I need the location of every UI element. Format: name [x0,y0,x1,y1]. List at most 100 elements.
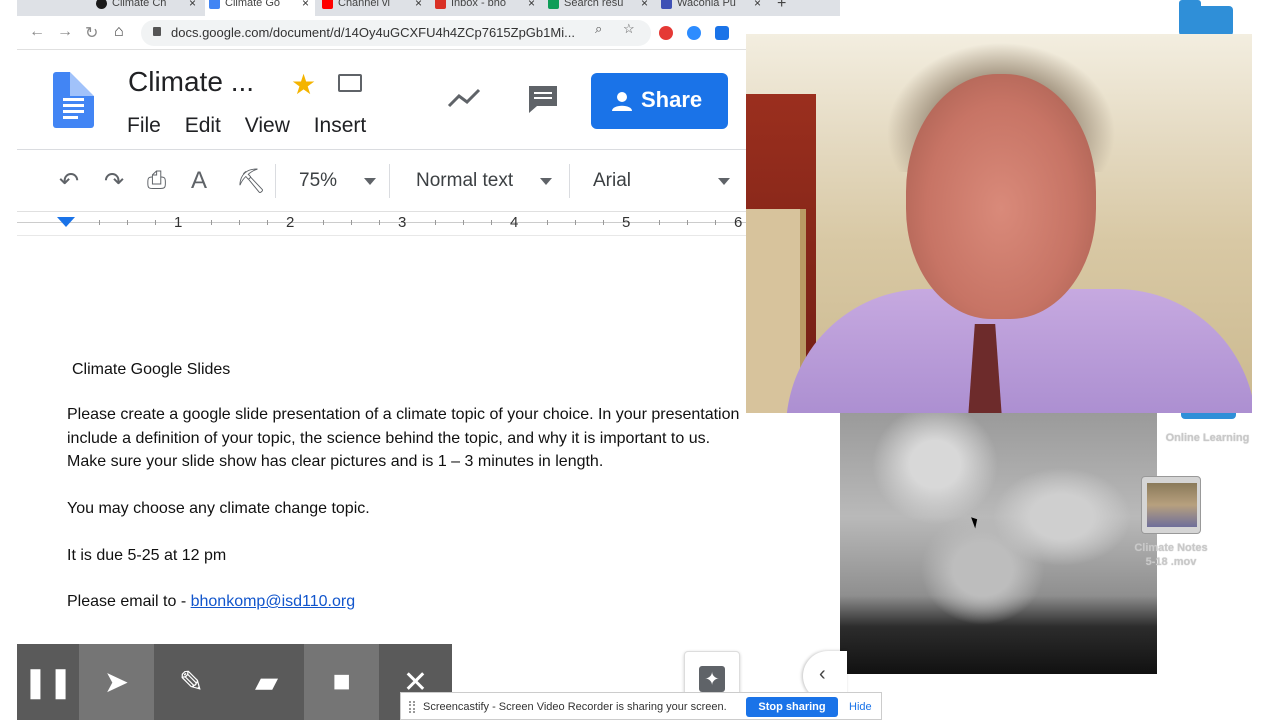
tab-close-icon[interactable]: × [302,0,309,10]
movie-file-icon[interactable] [1141,476,1201,534]
chevron-down-icon[interactable] [718,178,730,185]
ruler-number: 5 [622,214,631,231]
tab-close-icon[interactable]: × [754,0,761,10]
email-prefix: Please email to - [67,593,191,610]
paragraph-line: include a definition of your topic, the … [67,429,711,447]
ruler-number: 4 [510,214,519,231]
toolbar-divider [389,164,390,198]
movie-file-label[interactable]: Climate Notes 5-18 .mov [1126,541,1216,569]
forward-icon[interactable]: → [57,23,73,41]
menu-bar: File Edit View Insert [127,114,384,138]
url-text: docs.google.com/document/d/14Oy4uGCXFU4h… [171,25,575,40]
extension-icon[interactable] [659,26,673,40]
home-icon[interactable]: ⌂ [114,23,124,41]
folder-icon[interactable] [1179,0,1233,36]
back-icon[interactable]: ← [29,23,45,41]
email-line[interactable]: Please email to - bhonkomp@isd110.org [67,590,355,614]
browser-window: Climate Ch × Climate Go × Channel vi × I… [17,0,840,720]
tab-label: Search resu [564,0,624,9]
url-field[interactable]: docs.google.com/document/d/14Oy4uGCXFU4h… [141,20,651,46]
menu-view[interactable]: View [245,114,290,137]
movie-label-line1: Climate Notes [1134,542,1208,554]
chevron-down-icon[interactable] [540,178,552,185]
tab-close-icon[interactable]: × [641,0,648,10]
share-button[interactable]: Share [591,73,728,129]
document-title[interactable]: Climate ... [128,66,254,98]
comment-icon[interactable] [527,84,559,114]
bookmark-star-icon[interactable]: ☆ [623,21,635,37]
pen-tool-icon[interactable]: ✎ [154,644,229,720]
tab-favicon-icon [96,0,107,9]
move-to-folder-icon[interactable] [338,74,362,92]
paint-format-icon[interactable]: ⛏ [236,167,266,196]
document-paragraph[interactable]: Please create a google slide presentatio… [67,403,827,474]
cursor-tool-icon[interactable]: ➤ [79,644,154,720]
zoom-icon[interactable]: ⌕ [595,21,602,37]
explore-icon: ✦ [699,666,725,692]
spellcheck-icon[interactable]: A [191,167,207,195]
zoom-extension-icon[interactable] [687,26,701,40]
address-bar: ← → ↻ ⌂ docs.google.com/document/d/14Oy4… [17,16,840,50]
tab-channel-videos[interactable]: Channel vi × [318,0,428,16]
recording-toolbar: ❚❚ ➤ ✎ ▰ ■ ✕ [17,644,452,720]
movie-label-line2: 5-18 .mov [1145,556,1197,568]
zoom-select[interactable]: 75% [299,170,337,192]
chevron-down-icon[interactable] [364,178,376,185]
undo-icon[interactable]: ↶ [59,167,79,196]
paragraph-line: Please create a google slide presentatio… [67,406,740,423]
docs-header: Climate ... ★ File Edit View Insert Shar… [17,50,840,150]
sharing-message: Screencastify - Screen Video Recorder is… [423,701,727,713]
eraser-tool-icon[interactable]: ▰ [229,644,304,720]
drag-handle-icon[interactable] [409,701,415,713]
ruler: 1 2 3 4 5 6 [17,212,840,236]
indent-marker[interactable] [57,217,75,227]
tab-waconia[interactable]: Waconia Pu × [657,0,767,16]
document-heading[interactable]: Climate Google Slides [72,358,230,382]
tab-climate-docs[interactable]: Climate Go × [205,0,315,16]
star-icon[interactable]: ★ [291,68,316,101]
docs-favicon-icon [209,0,220,9]
tab-close-icon[interactable]: × [415,0,422,10]
camera-toggle-icon[interactable]: ■ [304,644,379,720]
calendar-favicon-icon [661,0,672,9]
drive-favicon-icon [548,0,559,9]
stop-sharing-button[interactable]: Stop sharing [746,697,838,717]
desktop-wallpaper [840,412,1157,674]
menu-insert[interactable]: Insert [314,114,367,137]
share-label: Share [641,87,703,112]
tab-label: Waconia Pu [677,0,736,9]
menu-file[interactable]: File [127,114,161,137]
redo-icon[interactable]: ↷ [104,167,124,196]
menu-edit[interactable]: Edit [185,114,221,137]
tab-search-results[interactable]: Search resu × [544,0,654,16]
email-link[interactable]: bhonkomp@isd110.org [191,593,356,610]
screen-sharing-banner: Screencastify - Screen Video Recorder is… [400,692,882,720]
activity-trend-icon[interactable] [447,86,481,110]
hide-button[interactable]: Hide [849,701,872,713]
screencastify-extension-icon[interactable] [715,26,729,40]
ruler-number: 3 [398,214,407,231]
paragraph-style-select[interactable]: Normal text [416,170,513,192]
youtube-favicon-icon [322,0,333,9]
paragraph-line: Make sure your slide show has clear pict… [67,453,604,470]
print-icon[interactable]: ⎙ [147,167,166,195]
font-select[interactable]: Arial [593,170,631,192]
online-learning-folder-label[interactable]: Online Learning [1160,432,1255,444]
tab-close-icon[interactable]: × [528,0,535,10]
new-tab-button[interactable]: + [777,0,786,13]
document-paragraph[interactable]: You may choose any climate change topic. [67,497,370,521]
webcam-overlay[interactable] [746,34,1252,413]
pause-icon[interactable]: ❚❚ [17,644,79,720]
toolbar-divider [275,164,276,198]
toolbar-divider [569,164,570,198]
document-paragraph[interactable]: It is due 5-25 at 12 pm [67,544,226,568]
tab-label: Inbox - bho [451,0,507,9]
reload-icon[interactable]: ↻ [85,23,98,43]
tab-inbox[interactable]: Inbox - bho × [431,0,541,16]
ruler-number: 6 [734,214,743,231]
tab-close-icon[interactable]: × [189,0,196,10]
docs-logo-icon[interactable] [53,72,94,128]
tab-climate-ch[interactable]: Climate Ch × [92,0,202,16]
tab-label: Climate Go [225,0,281,9]
docs-toolbar: ↶ ↷ ⎙ A ⛏ 75% Normal text Arial [17,150,840,212]
